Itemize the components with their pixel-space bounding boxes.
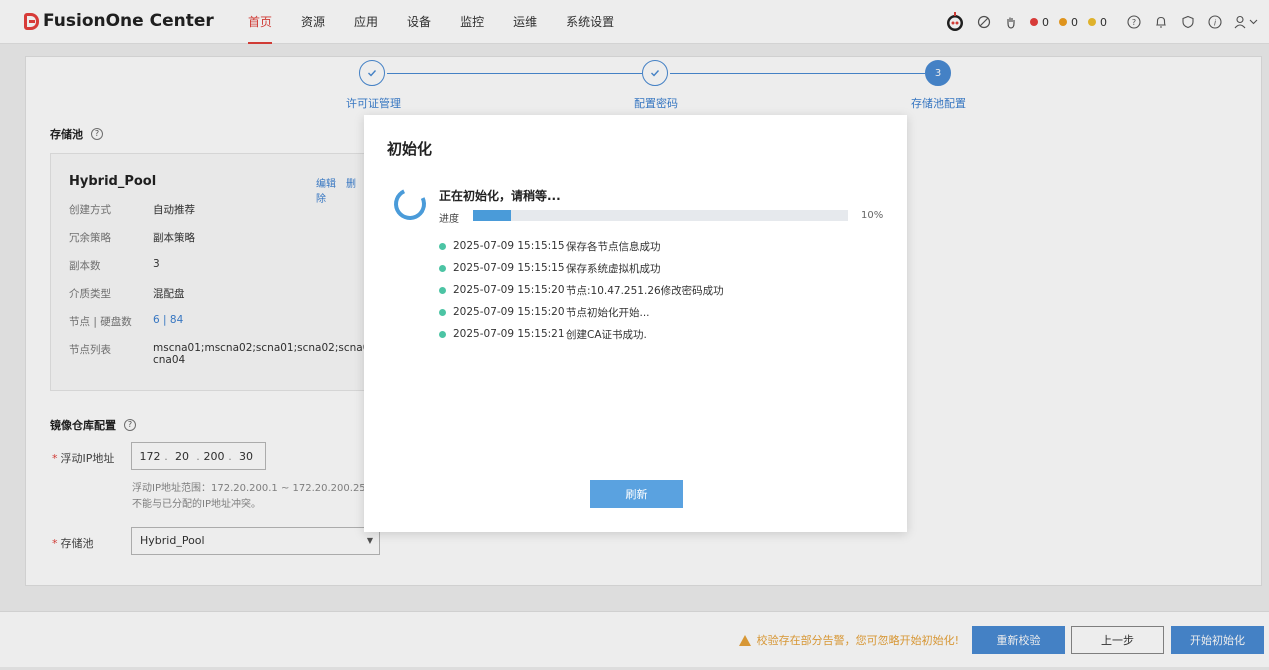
log-message: 节点初始化开始... <box>566 306 650 319</box>
log-time: 2025-07-09 15:15:21 <box>453 328 565 340</box>
log-message: 保存各节点信息成功 <box>566 240 661 253</box>
log-message: 节点:10.47.251.26修改密码成功 <box>566 284 724 297</box>
log-time: 2025-07-09 15:15:20 <box>453 284 565 296</box>
log-item: 2025-07-09 15:15:20 节点初始化开始... <box>439 301 724 323</box>
dialog-title: 初始化 <box>387 140 433 158</box>
log-message: 创建CA证书成功. <box>566 328 647 341</box>
success-dot-icon <box>439 330 446 338</box>
progress-bar <box>473 210 848 221</box>
success-dot-icon <box>439 308 446 316</box>
log-item: 2025-07-09 15:15:21 创建CA证书成功. <box>439 323 724 345</box>
refresh-button[interactable]: 刷新 <box>590 480 683 508</box>
log-item: 2025-07-09 15:15:20 节点:10.47.251.26修改密码成功 <box>439 279 724 301</box>
progress-bar-fill <box>473 210 511 221</box>
log-message: 保存系统虚拟机成功 <box>566 262 661 275</box>
log-time: 2025-07-09 15:15:15 <box>453 240 565 252</box>
success-dot-icon <box>439 286 446 294</box>
log-time: 2025-07-09 15:15:15 <box>453 262 565 274</box>
progress-label: 进度 <box>439 214 459 225</box>
log-item: 2025-07-09 15:15:15 保存各节点信息成功 <box>439 235 724 257</box>
success-dot-icon <box>439 242 446 250</box>
init-status-text: 正在初始化，请稍等... <box>439 189 561 203</box>
init-dialog: 初始化 正在初始化，请稍等... 进度 10% 2025-07-09 15:15… <box>364 115 907 532</box>
progress-percent: 10% <box>861 210 884 221</box>
init-log-list: 2025-07-09 15:15:15 保存各节点信息成功 2025-07-09 … <box>439 235 724 345</box>
loading-spinner-icon <box>389 183 431 225</box>
log-item: 2025-07-09 15:15:15 保存系统虚拟机成功 <box>439 257 724 279</box>
log-time: 2025-07-09 15:15:20 <box>453 306 565 318</box>
success-dot-icon <box>439 264 446 272</box>
